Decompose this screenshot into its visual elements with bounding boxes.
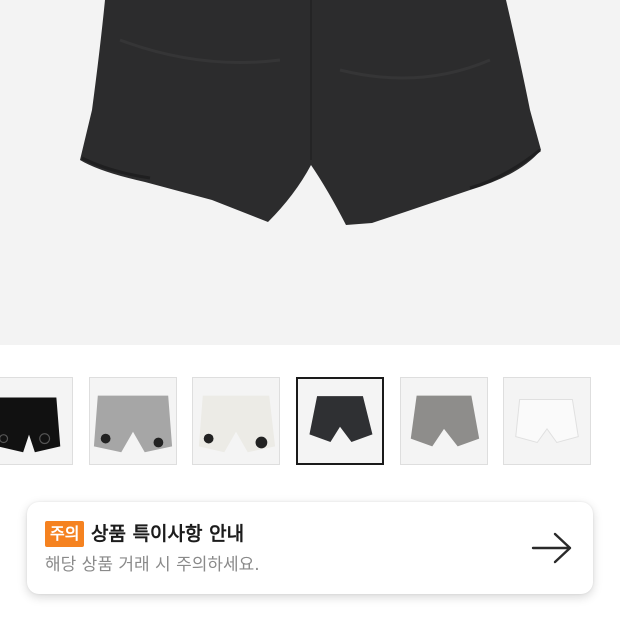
shorts-image bbox=[80, 0, 541, 225]
thumbnail-dark-gray-shorts[interactable] bbox=[400, 377, 488, 465]
arrow-right-icon[interactable] bbox=[531, 530, 573, 566]
notice-title: 상품 특이사항 안내 bbox=[91, 523, 245, 545]
caution-badge: 주의 bbox=[45, 521, 85, 547]
product-notice-card[interactable]: 주의 상품 특이사항 안내 해당 상품 거래 시 주의하세요. bbox=[27, 502, 593, 594]
thumbnail-strip bbox=[0, 377, 620, 469]
thumbnail-gray-shorts[interactable] bbox=[89, 377, 177, 465]
thumbnail-black-shorts[interactable] bbox=[0, 377, 73, 465]
thumbnail-white-shorts[interactable] bbox=[503, 377, 591, 465]
product-main-image bbox=[0, 0, 620, 345]
notice-description: 해당 상품 거래 시 주의하세요. bbox=[45, 555, 260, 575]
thumbnail-charcoal-shorts[interactable] bbox=[296, 377, 384, 465]
thumbnail-ivory-shorts[interactable] bbox=[192, 377, 280, 465]
